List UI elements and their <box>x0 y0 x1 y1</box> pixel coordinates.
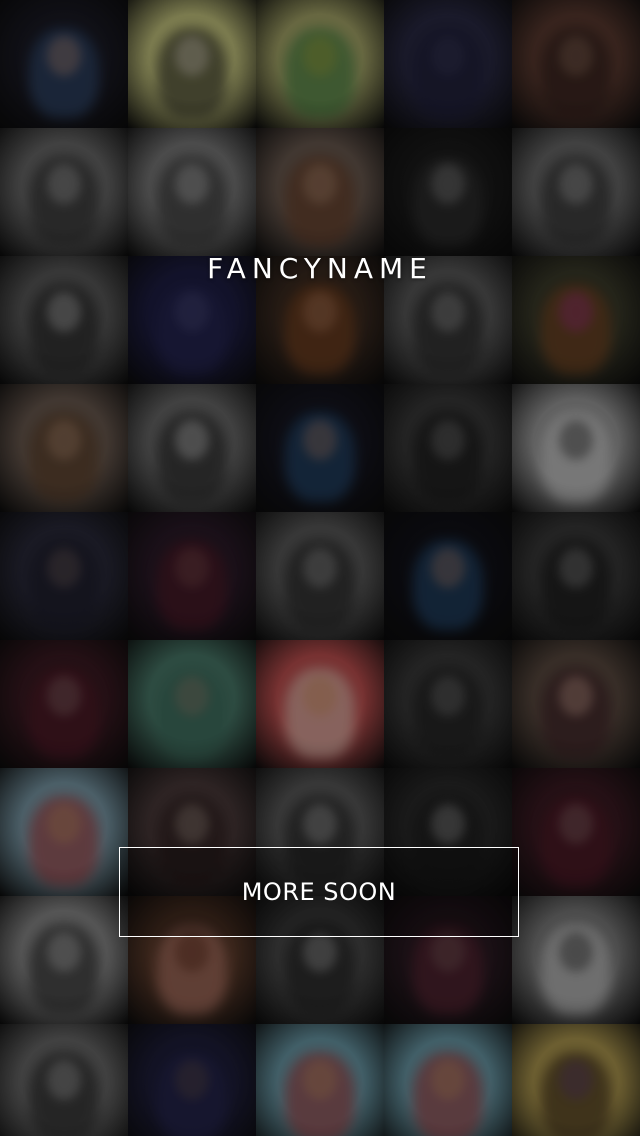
dark-overlay <box>0 0 640 1136</box>
brand-title: FANCYNAME <box>207 252 433 285</box>
more-soon-label: MORE SOON <box>241 878 397 906</box>
more-soon-button[interactable]: MORE SOON <box>119 847 519 937</box>
